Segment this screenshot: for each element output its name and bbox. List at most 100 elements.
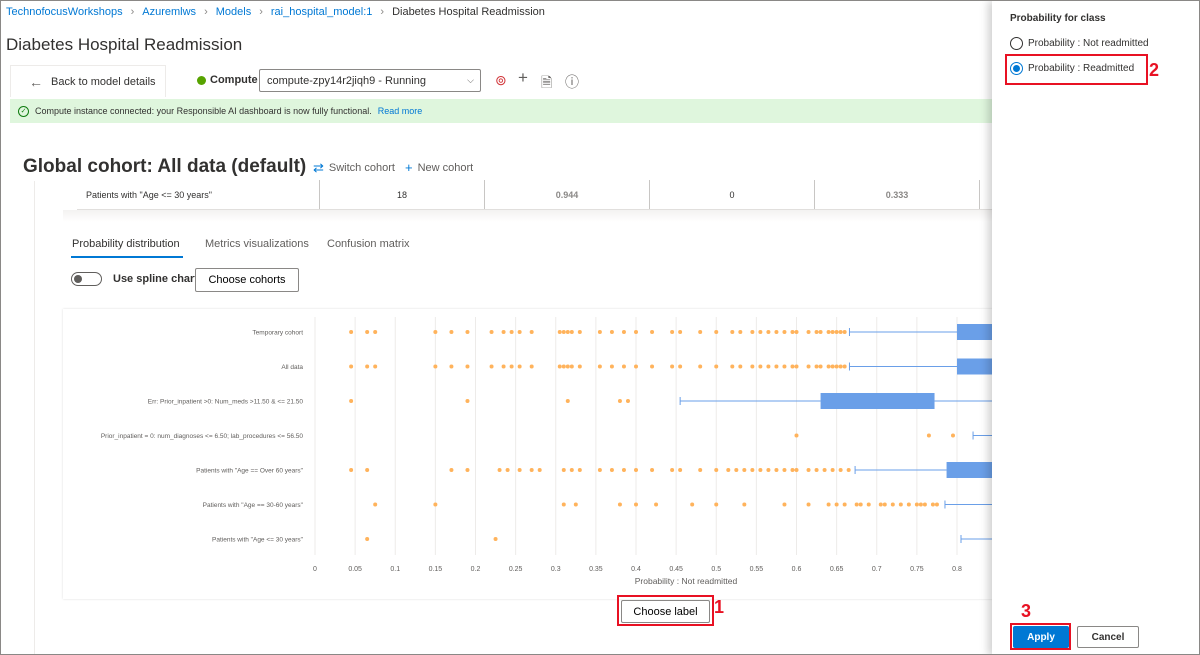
outlier-point (349, 399, 354, 403)
read-more-link[interactable]: Read more (378, 106, 423, 116)
document-search-icon[interactable]: 🗎 (541, 72, 552, 96)
outlier-point (830, 468, 835, 472)
outlier-point (790, 330, 795, 334)
y-category-label: Err: Prior_inpatient >0: Num_meds >11.50… (148, 399, 304, 406)
toggle-knob (74, 275, 82, 283)
annotation-number-1: 1 (714, 597, 725, 617)
chevron-down-icon: ⌵ (467, 75, 474, 85)
outlier-point (846, 468, 851, 472)
outlier-point (537, 468, 542, 472)
x-tick-label: 0 (313, 566, 317, 573)
outlier-point (766, 364, 771, 369)
outlier-point (790, 468, 795, 472)
x-tick-label: 0.6 (792, 566, 802, 573)
outlier-point (750, 364, 755, 369)
chevron-right-icon: › (259, 6, 263, 18)
outlier-point (822, 468, 827, 472)
outlier-point (794, 330, 799, 334)
cohort-name-cell: Patients with "Age <= 30 years" (77, 180, 320, 209)
sample-size-cell: 18 (320, 180, 485, 209)
outlier-point (561, 502, 566, 507)
back-button-label: Back to model details (51, 75, 156, 88)
cancel-button[interactable]: Cancel (1077, 626, 1139, 648)
outlier-point (814, 364, 819, 369)
outlier-point (742, 502, 747, 507)
outlier-point (882, 502, 887, 507)
outlier-point (577, 364, 582, 369)
breadcrumb-workspace-group[interactable]: TechnofocusWorkshops (6, 6, 123, 18)
x-tick-label: 0.8 (952, 566, 962, 573)
radio-not-readmitted[interactable]: Probability : Not readmitted (1010, 37, 1149, 50)
switch-cohort-button[interactable]: ⇄ Switch cohort (313, 160, 395, 176)
outlier-point (838, 364, 843, 369)
outlier-point (774, 330, 779, 334)
outlier-point (529, 468, 534, 472)
breadcrumb-workspace[interactable]: Azuremlws (142, 6, 196, 18)
outlier-point (806, 502, 811, 507)
outlier-point (698, 330, 703, 334)
outlier-point (449, 330, 454, 334)
outlier-point (529, 330, 534, 334)
outlier-point (650, 330, 655, 334)
outlier-point (830, 364, 835, 369)
metric-cell: 0.944 (485, 180, 650, 209)
outlier-point (838, 468, 843, 472)
outlier-point (577, 468, 582, 472)
outlier-point (806, 330, 811, 334)
outlier-point (714, 502, 719, 507)
outlier-point (714, 330, 719, 334)
outlier-point (830, 330, 835, 334)
outlier-point (670, 468, 675, 472)
box-body (957, 358, 992, 375)
y-category-label: Temporary cohort (252, 330, 303, 337)
compute-label: Compute (210, 74, 258, 86)
outlier-point (489, 364, 494, 369)
box-body (820, 393, 935, 409)
tab-metrics-visualizations[interactable]: Metrics visualizations (205, 238, 309, 250)
breadcrumb-model[interactable]: rai_hospital_model:1 (271, 6, 373, 18)
tab-probability-distribution[interactable]: Probability distribution (72, 238, 180, 250)
outlier-point (930, 502, 935, 507)
outlier-point (678, 364, 683, 369)
outlier-point (565, 330, 570, 334)
outlier-point (766, 468, 771, 472)
radio-button[interactable] (1010, 37, 1023, 50)
outlier-point (774, 364, 779, 369)
banner-text: Compute instance connected: your Respons… (35, 106, 372, 116)
outlier-point (433, 330, 438, 334)
outlier-point (449, 468, 454, 472)
x-tick-label: 0.7 (872, 566, 882, 573)
outlier-point (782, 468, 787, 472)
outlier-point (714, 364, 719, 369)
outlier-point (826, 330, 831, 334)
info-icon[interactable]: ⓘ (565, 72, 579, 92)
outlier-point (858, 502, 863, 507)
outlier-point (365, 330, 370, 334)
x-tick-label: 0.45 (669, 566, 683, 573)
stop-compute-icon[interactable]: ⊚ (495, 72, 507, 89)
breadcrumb-models[interactable]: Models (216, 6, 251, 18)
outlier-point (678, 468, 683, 472)
tab-confusion-matrix[interactable]: Confusion matrix (327, 238, 410, 250)
table-row: Patients with "Age <= 30 years" 18 0.944… (77, 180, 999, 210)
table-shadow (63, 210, 999, 222)
outlier-point (750, 468, 755, 472)
outlier-point (714, 468, 719, 472)
outlier-point (918, 502, 923, 507)
outlier-point (774, 468, 779, 472)
outlier-point (505, 468, 510, 472)
outlier-point (573, 502, 578, 507)
new-cohort-button[interactable]: + New cohort (405, 160, 473, 175)
spline-chart-toggle[interactable] (71, 272, 102, 286)
compute-dropdown[interactable]: compute-zpy14r2jiqh9 - Running ⌵ (259, 69, 481, 92)
outlier-point (597, 330, 602, 334)
app-window: TechnofocusWorkshops › Azuremlws › Model… (0, 0, 1200, 655)
outlier-point (726, 468, 731, 472)
outlier-point (950, 433, 955, 438)
back-to-model-button[interactable]: ← Back to model details (10, 65, 166, 97)
outlier-point (565, 399, 570, 403)
global-cohort-title: Global cohort: All data (default) (23, 156, 307, 177)
add-icon[interactable]: + (518, 68, 528, 88)
y-category-label: Patients with "Age == 30-60 years" (203, 502, 304, 509)
choose-cohorts-button[interactable]: Choose cohorts (195, 268, 299, 292)
